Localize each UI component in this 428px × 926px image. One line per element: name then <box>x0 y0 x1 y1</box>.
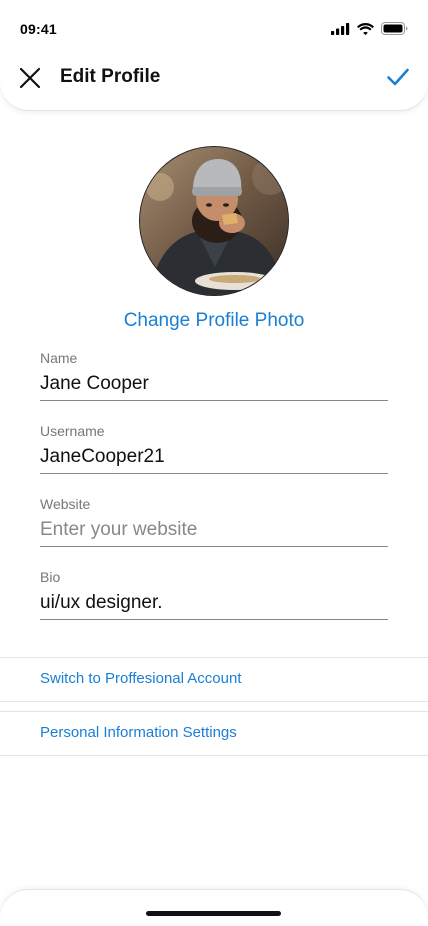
profile-avatar[interactable] <box>139 146 289 296</box>
website-field-group: Website <box>40 496 388 547</box>
close-icon <box>19 67 41 89</box>
username-field-group: Username <box>40 423 388 474</box>
bio-input[interactable] <box>40 592 388 620</box>
bio-field-group: Bio <box>40 569 388 620</box>
battery-icon <box>381 22 408 35</box>
home-indicator[interactable] <box>146 911 281 916</box>
done-button[interactable] <box>386 65 410 89</box>
avatar-photo <box>140 147 288 295</box>
name-label: Name <box>40 350 78 366</box>
name-field-group: Name <box>40 350 388 401</box>
status-icons <box>331 22 408 35</box>
page-title: Edit Profile <box>60 66 161 87</box>
personal-information-settings-link[interactable]: Personal Information Settings <box>40 724 237 741</box>
signal-icon <box>331 22 350 35</box>
close-button[interactable] <box>18 66 42 90</box>
divider <box>0 657 428 658</box>
divider <box>0 755 428 756</box>
website-input[interactable] <box>40 519 388 547</box>
status-time: 09:41 <box>20 21 57 37</box>
website-label: Website <box>40 496 91 512</box>
checkmark-icon <box>387 68 409 86</box>
username-label: Username <box>40 423 105 439</box>
bottom-bar <box>0 890 428 926</box>
header-bar: Edit Profile <box>0 40 428 110</box>
wifi-icon <box>357 22 374 35</box>
switch-professional-account-link[interactable]: Switch to Proffesional Account <box>40 670 242 687</box>
divider <box>0 711 428 712</box>
username-input[interactable] <box>40 446 388 474</box>
divider <box>0 701 428 702</box>
bio-label: Bio <box>40 569 61 585</box>
change-profile-photo-link[interactable]: Change Profile Photo <box>0 310 428 332</box>
name-input[interactable] <box>40 373 388 401</box>
